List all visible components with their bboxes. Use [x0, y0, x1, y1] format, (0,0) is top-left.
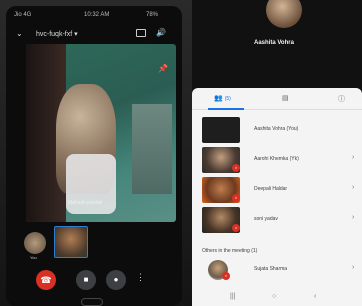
- status-bar: Jio 4G 10:32 AM 78%: [6, 6, 182, 24]
- chevron-right-icon[interactable]: ›: [352, 264, 354, 271]
- mic-off-badge-icon: ×: [222, 272, 230, 280]
- participant-row[interactable]: × soni yadav ›: [192, 206, 362, 234]
- other-participant-row[interactable]: × Sujata Sharma ›: [192, 256, 362, 284]
- mic-off-badge-icon: ×: [232, 164, 240, 172]
- participant-name: Aarohi Khemka (Yk): [254, 156, 299, 162]
- carrier-text: Jio 4G: [14, 12, 32, 18]
- more-vert-icon[interactable]: ⋮: [136, 272, 145, 283]
- participant-name: soni yadav: [254, 216, 278, 222]
- main-video-feed[interactable]: 📌 Mahesh pandat: [26, 44, 176, 222]
- people-icon: 👥: [214, 95, 223, 102]
- self-tile-label: You: [30, 255, 37, 260]
- others-section-label: Others in the meeting (1): [202, 248, 258, 254]
- clock-text: 10:32 AM: [84, 12, 110, 18]
- participant-row[interactable]: Aashita Vohra (You): [192, 116, 362, 144]
- participant-row[interactable]: × Deepali Haldar ›: [192, 176, 362, 204]
- camera-off-icon: ■: [83, 275, 89, 284]
- chevron-down-icon[interactable]: ⌄: [16, 29, 23, 38]
- camera-toggle-button[interactable]: ■: [76, 270, 96, 290]
- participant-name: Aashita Vohra (You): [254, 126, 299, 132]
- self-avatar-tile[interactable]: [24, 232, 46, 254]
- tab-chat[interactable]: ▤: [282, 94, 289, 102]
- people-count: (5): [224, 96, 231, 102]
- tab-people[interactable]: 👥 (5): [214, 94, 231, 102]
- call-controls: ☎ ■ ● ⋮: [6, 266, 182, 292]
- chat-icon: ▤: [282, 95, 289, 102]
- chevron-right-icon[interactable]: ›: [352, 154, 354, 161]
- mic-off-badge-icon: ×: [232, 224, 240, 232]
- chevron-right-icon[interactable]: ›: [352, 214, 354, 221]
- end-call-button[interactable]: ☎: [36, 270, 56, 290]
- profile-avatar: [266, 0, 302, 28]
- end-call-icon: ☎: [40, 275, 52, 285]
- tab-info[interactable]: ⓘ: [338, 94, 345, 104]
- switch-camera-icon[interactable]: [136, 29, 146, 37]
- android-nav-bar: ||| ○ ‹: [192, 290, 362, 306]
- meeting-code-text: hvc-fuqk-fxf: [36, 31, 73, 38]
- people-panel: 👥 (5) ▤ ⓘ Aashita Vohra (You) × Aarohi Kh…: [192, 88, 362, 306]
- home-button[interactable]: [81, 298, 103, 306]
- mic-toggle-button[interactable]: ●: [106, 270, 126, 290]
- mic-off-badge-icon: ×: [232, 194, 240, 202]
- phone-right-people-view: Aashita Vohra 👥 (5) ▤ ⓘ Aashita Vohra (Yo…: [192, 0, 362, 306]
- recents-icon[interactable]: |||: [230, 293, 235, 300]
- participant-video-tile[interactable]: [54, 226, 88, 258]
- meeting-code-caret-icon: ▾: [74, 31, 78, 38]
- participant-name: Deepali Haldar: [254, 186, 288, 192]
- pin-icon[interactable]: 📌: [158, 64, 168, 73]
- mic-off-icon: ●: [113, 275, 119, 284]
- info-icon: ⓘ: [338, 96, 345, 103]
- participant-thumbnail: [202, 117, 240, 143]
- speaker-icon[interactable]: 🔊: [156, 28, 166, 37]
- active-tab-indicator: [208, 108, 244, 110]
- meeting-top-bar: ⌄ hvc-fuqk-fxf ▾ 🔊: [6, 24, 182, 44]
- screenshot-scene: Jio 4G 10:32 AM 78% ⌄ hvc-fuqk-fxf ▾ 🔊 📌…: [0, 0, 362, 306]
- panel-tabs: 👥 (5) ▤ ⓘ: [192, 88, 362, 110]
- battery-text: 78%: [146, 12, 159, 18]
- participant-row[interactable]: × Aarohi Khemka (Yk) ›: [192, 146, 362, 174]
- participant-name: Sujata Sharma: [254, 266, 288, 272]
- main-participant-name: Mahesh pandat: [68, 200, 103, 206]
- home-icon[interactable]: ○: [272, 293, 276, 300]
- meeting-code[interactable]: hvc-fuqk-fxf ▾: [36, 30, 78, 38]
- participant-tile-strip: You: [16, 226, 176, 260]
- profile-name: Aashita Vohra: [254, 40, 294, 46]
- back-icon[interactable]: ‹: [314, 293, 316, 300]
- video-background-door: [132, 104, 172, 194]
- chevron-right-icon[interactable]: ›: [352, 184, 354, 191]
- phone-left-call-view: Jio 4G 10:32 AM 78% ⌄ hvc-fuqk-fxf ▾ 🔊 📌…: [6, 6, 182, 306]
